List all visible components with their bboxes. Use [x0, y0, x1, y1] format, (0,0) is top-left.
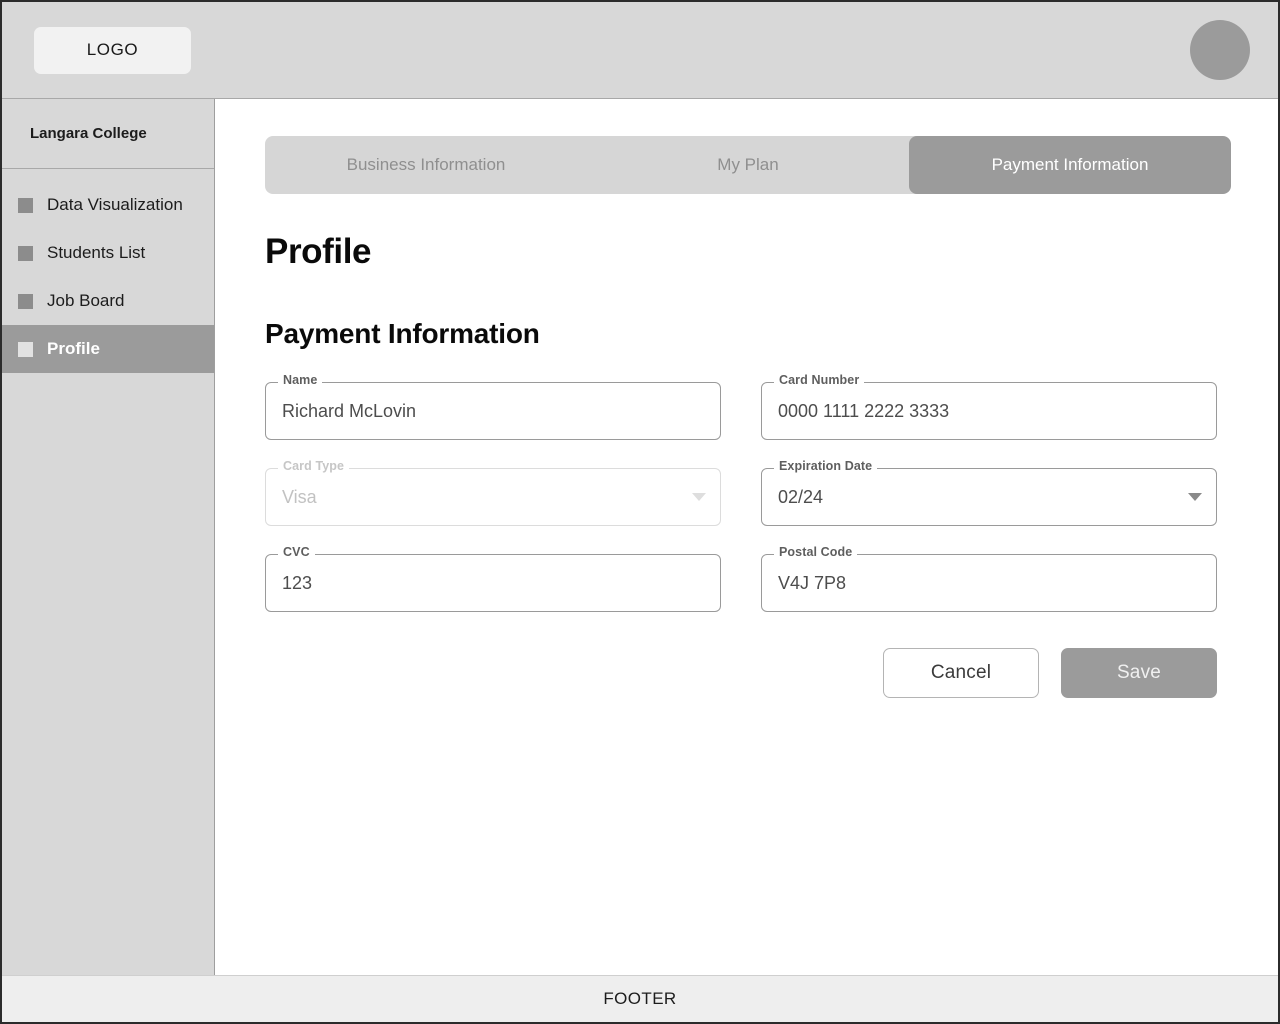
tab-label: Payment Information — [991, 155, 1149, 174]
app-footer: FOOTER — [2, 975, 1278, 1022]
page-title: Profile — [265, 232, 372, 271]
cvc-field-outline: 123 — [265, 554, 721, 612]
sidebar-item-label: Profile — [47, 339, 100, 358]
name-field-label: Name — [278, 374, 323, 387]
expiration-date-select-value[interactable]: 02/24 — [762, 487, 1216, 508]
square-icon — [18, 293, 33, 309]
tab-label: My Plan — [717, 155, 779, 174]
tab-payment-information[interactable]: Payment Information — [909, 136, 1231, 194]
app-window: LOGO Langara College Data Visualization … — [0, 0, 1280, 1024]
main-content: Business Information My Plan Payment Inf… — [215, 99, 1278, 975]
sidebar-item-label: Job Board — [47, 291, 125, 310]
card-type-field-label: Card Type — [278, 460, 350, 473]
expiration-date-field[interactable]: 02/24 Expiration Date — [761, 460, 1217, 526]
card-number-field-label: Card Number — [774, 374, 865, 387]
cancel-button[interactable]: Cancel — [883, 648, 1039, 698]
square-icon — [18, 341, 33, 357]
postal-code-field[interactable]: V4J 7P8 Postal Code — [761, 546, 1217, 612]
sidebar-org-name: Langara College — [2, 99, 214, 169]
tab-business-information[interactable]: Business Information — [265, 136, 587, 194]
square-icon — [18, 197, 33, 213]
card-type-field-outline: Visa — [265, 468, 721, 526]
sidebar-item-label: Data Visualization — [47, 195, 183, 214]
sidebar-item-students-list[interactable]: Students List — [2, 229, 214, 277]
save-button[interactable]: Save — [1061, 648, 1217, 698]
body-split: Langara College Data Visualization Stude… — [2, 99, 1278, 975]
postal-code-field-label: Postal Code — [774, 546, 858, 559]
sidebar-item-data-visualization[interactable]: Data Visualization — [2, 181, 214, 229]
postal-code-input[interactable]: V4J 7P8 — [762, 573, 1216, 594]
app-header: LOGO — [2, 2, 1278, 99]
tab-my-plan[interactable]: My Plan — [587, 136, 909, 194]
profile-tabbar: Business Information My Plan Payment Inf… — [265, 136, 1231, 194]
chevron-down-icon — [692, 493, 706, 501]
name-field-outline: Richard McLovin — [265, 382, 721, 440]
save-button-label: Save — [1116, 662, 1162, 683]
sidebar: Langara College Data Visualization Stude… — [2, 99, 215, 975]
expiration-date-field-outline: 02/24 — [761, 468, 1217, 526]
cvc-input[interactable]: 123 — [266, 573, 720, 594]
tab-label: Business Information — [346, 155, 506, 174]
chevron-down-icon[interactable] — [1188, 493, 1202, 501]
card-type-field: Visa Card Type — [265, 460, 721, 526]
square-icon — [18, 245, 33, 261]
section-title: Payment Information — [265, 318, 540, 349]
payment-form: Richard McLovin Name 0000 1111 2222 3333… — [265, 374, 1217, 612]
cvc-field[interactable]: 123 CVC — [265, 546, 721, 612]
sidebar-item-label: Students List — [47, 243, 146, 262]
cvc-field-label: CVC — [278, 546, 315, 559]
user-avatar-icon[interactable] — [1190, 20, 1250, 80]
logo-label: LOGO — [86, 40, 139, 59]
postal-code-field-outline: V4J 7P8 — [761, 554, 1217, 612]
card-number-field[interactable]: 0000 1111 2222 3333 Card Number — [761, 374, 1217, 440]
cancel-button-label: Cancel — [930, 662, 992, 683]
card-number-input[interactable]: 0000 1111 2222 3333 — [762, 401, 1216, 422]
name-input[interactable]: Richard McLovin — [266, 401, 720, 422]
footer-label: FOOTER — [603, 989, 677, 1008]
sidebar-nav: Data Visualization Students List Job Boa… — [2, 169, 214, 373]
card-number-field-outline: 0000 1111 2222 3333 — [761, 382, 1217, 440]
form-actions: Cancel Save — [265, 648, 1217, 698]
card-type-select-value: Visa — [282, 486, 317, 507]
logo-button[interactable]: LOGO — [34, 26, 191, 74]
expiration-date-field-label: Expiration Date — [774, 460, 878, 473]
sidebar-item-profile[interactable]: Profile — [2, 325, 214, 373]
name-field[interactable]: Richard McLovin Name — [265, 374, 721, 440]
sidebar-item-job-board[interactable]: Job Board — [2, 277, 214, 325]
org-name-label: Langara College — [30, 125, 147, 142]
